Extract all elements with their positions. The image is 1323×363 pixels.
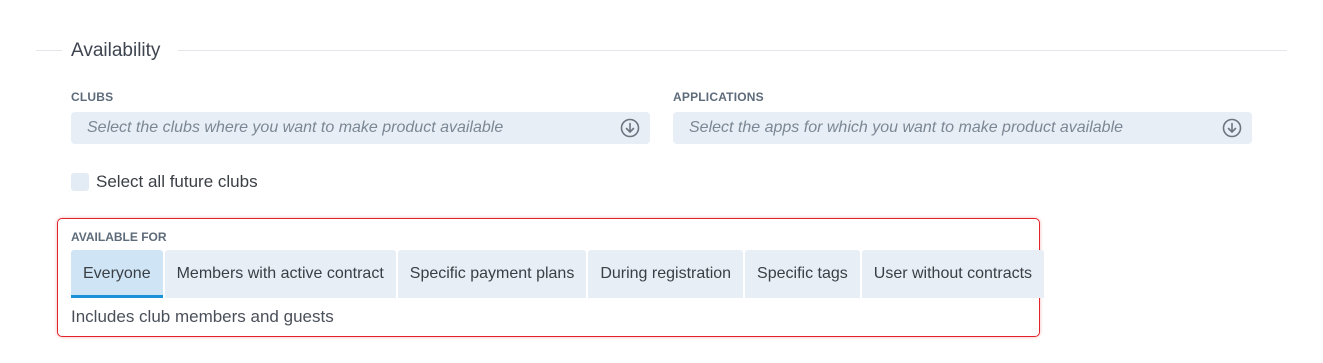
divider bbox=[178, 50, 1287, 51]
tab-specific-payment-plans[interactable]: Specific payment plans bbox=[397, 250, 587, 298]
section-title: Availability bbox=[71, 40, 161, 61]
tab-user-without-contracts[interactable]: User without contracts bbox=[861, 250, 1045, 298]
section-header: Availability bbox=[36, 38, 1287, 64]
clubs-select-placeholder: Select the clubs where you want to make … bbox=[87, 119, 504, 136]
tab-everyone[interactable]: Everyone bbox=[71, 250, 163, 298]
future-clubs-label[interactable]: Select all future clubs bbox=[96, 172, 258, 192]
clubs-label: CLUBS bbox=[71, 90, 114, 104]
future-clubs-checkbox-row[interactable]: Select all future clubs bbox=[71, 172, 258, 192]
clubs-select[interactable]: Select the clubs where you want to make … bbox=[71, 112, 650, 144]
tab-specific-tags[interactable]: Specific tags bbox=[745, 250, 860, 298]
divider bbox=[36, 50, 62, 51]
future-clubs-checkbox[interactable] bbox=[71, 173, 89, 191]
tab-members-with-active-contract[interactable]: Members with active contract bbox=[164, 250, 396, 298]
tab-during-registration[interactable]: During registration bbox=[588, 250, 744, 298]
applications-select-placeholder: Select the apps for which you want to ma… bbox=[689, 119, 1124, 136]
available-for-description: Includes club members and guests bbox=[71, 307, 334, 326]
available-for-label: AVAILABLE FOR bbox=[71, 230, 167, 244]
applications-label: APPLICATIONS bbox=[673, 90, 764, 104]
applications-select[interactable]: Select the apps for which you want to ma… bbox=[673, 112, 1252, 144]
available-for-tabs: Everyone Members with active contract Sp… bbox=[71, 250, 1045, 298]
arrow-down-circle-icon[interactable] bbox=[620, 118, 640, 138]
arrow-down-circle-icon[interactable] bbox=[1222, 118, 1242, 138]
